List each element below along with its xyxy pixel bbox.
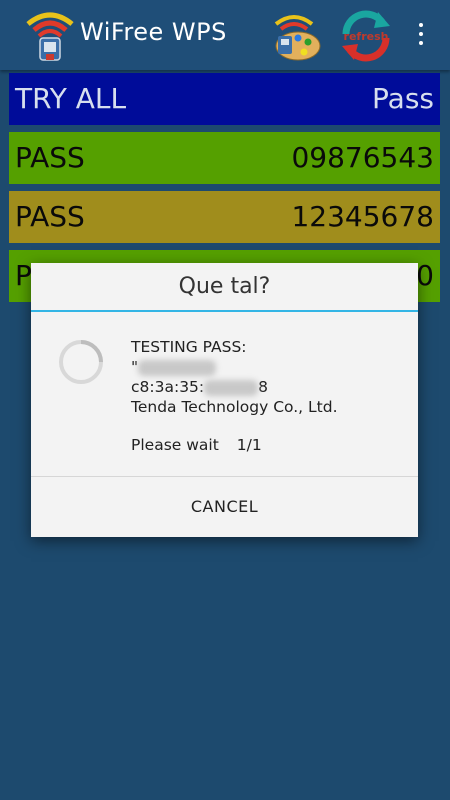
refresh-icon: refresh bbox=[342, 10, 390, 62]
dialog-message: TESTING PASS: " c8:3a:35: 8 Tenda Technol… bbox=[131, 337, 338, 417]
wait-count: 1/1 bbox=[236, 436, 262, 454]
mac-address: c8:3a:35: 8 bbox=[131, 378, 269, 396]
network-name: " bbox=[131, 357, 338, 377]
refresh-label: refresh bbox=[344, 30, 389, 43]
app-bar: WiFree WPS refresh bbox=[0, 0, 450, 70]
refresh-button[interactable]: refresh bbox=[338, 8, 394, 64]
dialog-title-divider bbox=[31, 310, 418, 312]
pass-value: 0 bbox=[416, 259, 434, 292]
loading-spinner-icon bbox=[59, 340, 103, 384]
wifi-router-logo-icon bbox=[26, 12, 74, 61]
pass-row[interactable]: PASS 12345678 bbox=[9, 191, 440, 243]
pass-label: PASS bbox=[15, 141, 85, 174]
cancel-button[interactable]: CANCEL bbox=[31, 477, 418, 537]
palette-icon[interactable] bbox=[268, 10, 324, 62]
wait-status: Please wait 1/1 bbox=[131, 436, 262, 454]
wait-label: Please wait bbox=[131, 436, 219, 454]
try-all-row[interactable]: TRY ALL Pass bbox=[9, 73, 440, 125]
try-all-value: Pass bbox=[372, 82, 434, 115]
pass-label: PASS bbox=[15, 200, 85, 233]
try-all-label: TRY ALL bbox=[15, 82, 127, 115]
pass-value: 12345678 bbox=[291, 200, 434, 233]
testing-pass-label: TESTING PASS: bbox=[131, 338, 247, 356]
progress-dialog: Que tal? TESTING PASS: " c8:3a:35: 8 Tend… bbox=[31, 263, 418, 537]
app-title: WiFree WPS bbox=[80, 18, 227, 46]
overflow-menu-icon[interactable] bbox=[412, 20, 430, 52]
pass-value: 09876543 bbox=[291, 141, 434, 174]
dialog-title: Que tal? bbox=[178, 274, 271, 299]
pass-label: P bbox=[15, 259, 32, 292]
vendor-name: Tenda Technology Co., Ltd. bbox=[131, 398, 338, 416]
pass-row[interactable]: PASS 09876543 bbox=[9, 132, 440, 184]
